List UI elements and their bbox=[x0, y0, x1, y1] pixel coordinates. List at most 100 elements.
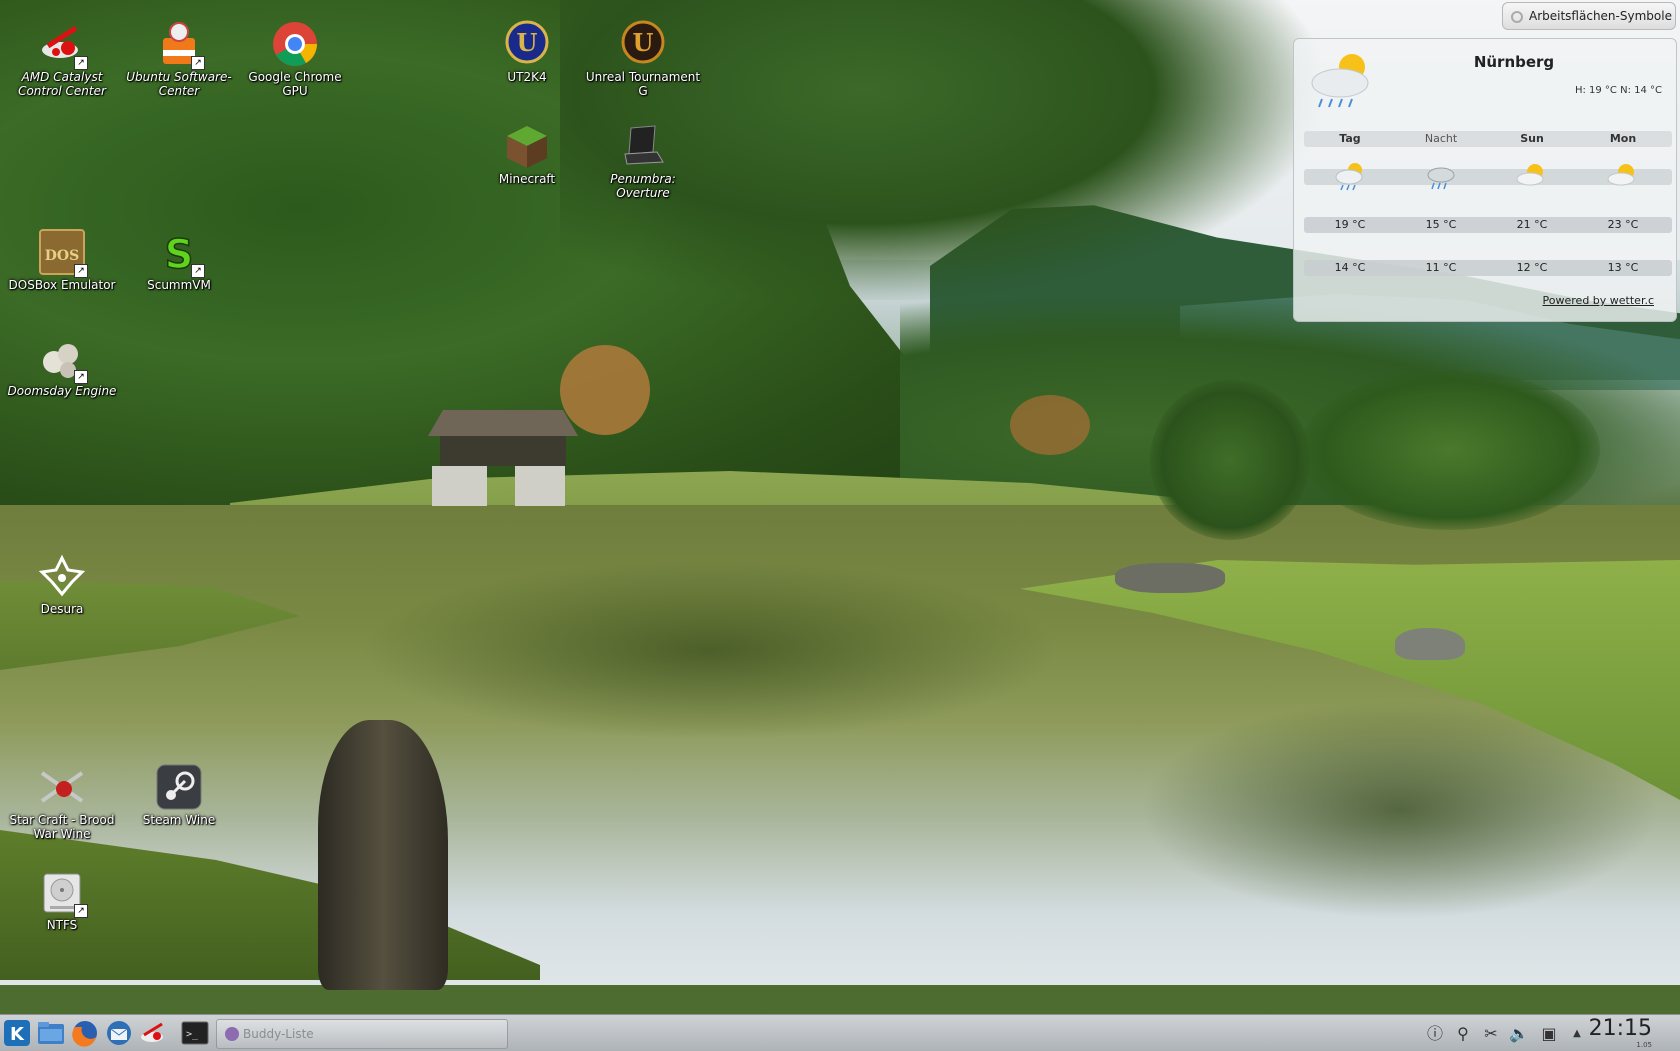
file-manager-launcher[interactable] bbox=[36, 1019, 66, 1047]
icon-label: Ubuntu Software-Center bbox=[126, 70, 232, 98]
svg-text:DOS: DOS bbox=[45, 248, 79, 264]
task-buddy-list[interactable]: Buddy-Liste bbox=[216, 1019, 508, 1049]
thunderbird-icon bbox=[107, 1021, 131, 1045]
amd-catalyst-icon bbox=[141, 1022, 163, 1042]
desura-icon bbox=[38, 552, 86, 600]
wallpaper-autumn-tree-2 bbox=[1010, 395, 1090, 455]
weather-high-row: 19 °C 15 °C 21 °C 23 °C bbox=[1304, 217, 1672, 233]
weather-low-temp: 13 °C bbox=[1607, 261, 1639, 274]
weather-today-hilo: H: 19 °C N: 14 °C bbox=[1574, 85, 1662, 96]
desktop-icon-minecraft[interactable]: Minecraft bbox=[469, 122, 585, 186]
weather-city: Nürnberg bbox=[1473, 53, 1555, 71]
ubuntu-software-center-icon: ↗ bbox=[155, 20, 205, 70]
desktop-icon-steam-wine[interactable]: Steam Wine bbox=[121, 763, 237, 827]
terminal-launcher[interactable]: >_ bbox=[180, 1019, 210, 1047]
wallpaper-pine-right bbox=[1300, 370, 1600, 530]
thunderbird-launcher[interactable] bbox=[104, 1019, 134, 1047]
unreal-icon: U bbox=[503, 20, 551, 68]
rain-cloud-icon bbox=[1424, 161, 1458, 191]
sun-cloud-icon bbox=[1515, 161, 1549, 191]
desktop-icon-scummvm[interactable]: S ↗ ScummVM bbox=[121, 228, 237, 292]
weather-high-temp: 21 °C bbox=[1516, 218, 1548, 231]
minecraft-icon bbox=[503, 122, 551, 170]
icon-label: Steam Wine bbox=[142, 813, 216, 827]
steam-icon bbox=[155, 763, 203, 811]
weather-high-temp: 23 °C bbox=[1607, 218, 1639, 231]
usb-icon[interactable]: ⚲ bbox=[1452, 1023, 1474, 1045]
weather-icon-row bbox=[1304, 163, 1672, 191]
desktop-icon-unreal-tournament[interactable]: U Unreal Tournament G bbox=[585, 20, 701, 98]
weather-provider-link[interactable]: Powered by wetter.c bbox=[1543, 294, 1654, 307]
weather-day-headers: Tag Nacht Sun Mon bbox=[1304, 131, 1672, 147]
wallpaper-reflection bbox=[360, 560, 1060, 740]
terminal-icon: >_ bbox=[181, 1021, 209, 1045]
weather-col-sun: Sun bbox=[1520, 132, 1544, 145]
doomsday-icon: ↗ bbox=[38, 334, 88, 384]
weather-low-temp: 14 °C bbox=[1334, 261, 1366, 274]
weather-low-temp: 12 °C bbox=[1516, 261, 1548, 274]
klipper-icon[interactable]: ✂ bbox=[1480, 1023, 1502, 1045]
wallpaper-pine bbox=[1150, 380, 1310, 540]
icon-label: ScummVM bbox=[147, 278, 211, 292]
weather-widget[interactable]: Nürnberg H: 19 °C N: 14 °C Tag Nacht Sun… bbox=[1293, 38, 1677, 322]
desktop-icon-google-chrome-gpu[interactable]: Google Chrome GPU bbox=[237, 20, 353, 98]
desktop-icon-ubuntu-software-center[interactable]: ↗ Ubuntu Software-Center bbox=[121, 20, 237, 98]
taskbar-panel: K >_ Buddy-Liste ⓘ ⚲ ✂ 🔈 ▣ ▲ 21:15 1.05 bbox=[0, 1014, 1680, 1051]
desktop-icon-starcraft[interactable]: Star Craft - Brood War Wine bbox=[4, 763, 120, 841]
icon-label: Minecraft bbox=[498, 172, 556, 186]
wallpaper-stone-2 bbox=[1115, 563, 1225, 593]
hard-drive-icon: ↗ bbox=[38, 868, 88, 918]
wallpaper-pavilion-roof bbox=[428, 410, 578, 436]
wallpaper-pavilion-pillar-2 bbox=[515, 466, 565, 506]
icon-label: Doomsday Engine bbox=[7, 384, 117, 398]
penumbra-icon bbox=[619, 122, 667, 170]
firefox-icon bbox=[72, 1021, 97, 1047]
desktop-icon-penumbra-overture[interactable]: Penumbra: Overture bbox=[585, 122, 701, 200]
dosbox-icon: DOS ↗ bbox=[38, 228, 88, 278]
icon-label: Desura bbox=[40, 602, 84, 616]
wallpaper-stone bbox=[1395, 628, 1465, 660]
weather-low-temp: 11 °C bbox=[1425, 261, 1457, 274]
desktop-icon-desura[interactable]: Desura bbox=[4, 552, 120, 616]
svg-text:S: S bbox=[165, 232, 194, 276]
icon-label: Unreal Tournament G bbox=[585, 70, 701, 98]
toolbox-icon bbox=[1511, 11, 1523, 23]
icon-label: AMD Catalyst Control Center bbox=[18, 70, 106, 98]
clock[interactable]: 21:15 bbox=[1589, 1016, 1652, 1041]
rain-sun-icon bbox=[1302, 47, 1382, 117]
kde-menu-icon: K bbox=[4, 1020, 30, 1046]
wallpaper-standing-rock bbox=[318, 720, 448, 990]
toolbox-label: Arbeitsflächen-Symbole bbox=[1529, 9, 1672, 23]
info-icon[interactable]: ⓘ bbox=[1424, 1023, 1446, 1045]
amd-catalyst-launcher[interactable] bbox=[138, 1019, 168, 1047]
unreal-icon: U bbox=[619, 20, 667, 68]
pidgin-icon bbox=[225, 1027, 239, 1041]
desktop-icon-amd-catalyst[interactable]: ↗ AMD Catalyst Control Center bbox=[4, 20, 120, 98]
clock-date: 1.05 bbox=[1636, 1041, 1652, 1049]
svg-text:K: K bbox=[10, 1024, 25, 1045]
icon-label: UT2K4 bbox=[507, 70, 547, 84]
desktop-icon-dosbox[interactable]: DOS ↗ DOSBox Emulator bbox=[4, 228, 120, 292]
rain-sun-icon bbox=[1333, 161, 1367, 191]
desktop-icon-ut2k4[interactable]: U UT2K4 bbox=[469, 20, 585, 84]
icon-label: NTFS bbox=[46, 918, 78, 932]
wallpaper-pavilion-pillar bbox=[432, 466, 487, 506]
network-icon[interactable]: ▣ bbox=[1538, 1023, 1560, 1045]
icon-label: Star Craft - Brood War Wine bbox=[9, 813, 115, 841]
wallpaper-pavilion bbox=[440, 436, 566, 466]
weather-low-row: 14 °C 11 °C 12 °C 13 °C bbox=[1304, 260, 1672, 276]
task-label: Buddy-Liste bbox=[243, 1027, 314, 1041]
volume-icon[interactable]: 🔈 bbox=[1508, 1023, 1530, 1045]
tray-expand-icon[interactable]: ▲ bbox=[1566, 1023, 1588, 1045]
wallpaper-autumn-tree bbox=[560, 345, 650, 435]
firefox-launcher[interactable] bbox=[70, 1019, 100, 1047]
desktop-icon-ntfs[interactable]: ↗ NTFS bbox=[4, 868, 120, 932]
desktop-icon-doomsday-engine[interactable]: ↗ Doomsday Engine bbox=[4, 334, 120, 398]
icon-label: DOSBox Emulator bbox=[8, 278, 116, 292]
weather-col-mon: Mon bbox=[1609, 132, 1637, 145]
kde-menu-button[interactable]: K bbox=[2, 1019, 32, 1047]
svg-text:U: U bbox=[517, 28, 538, 57]
desktop-toolbox-button[interactable]: Arbeitsflächen-Symbole bbox=[1502, 2, 1676, 30]
sun-cloud-icon bbox=[1606, 161, 1640, 191]
svg-text:U: U bbox=[633, 28, 654, 57]
